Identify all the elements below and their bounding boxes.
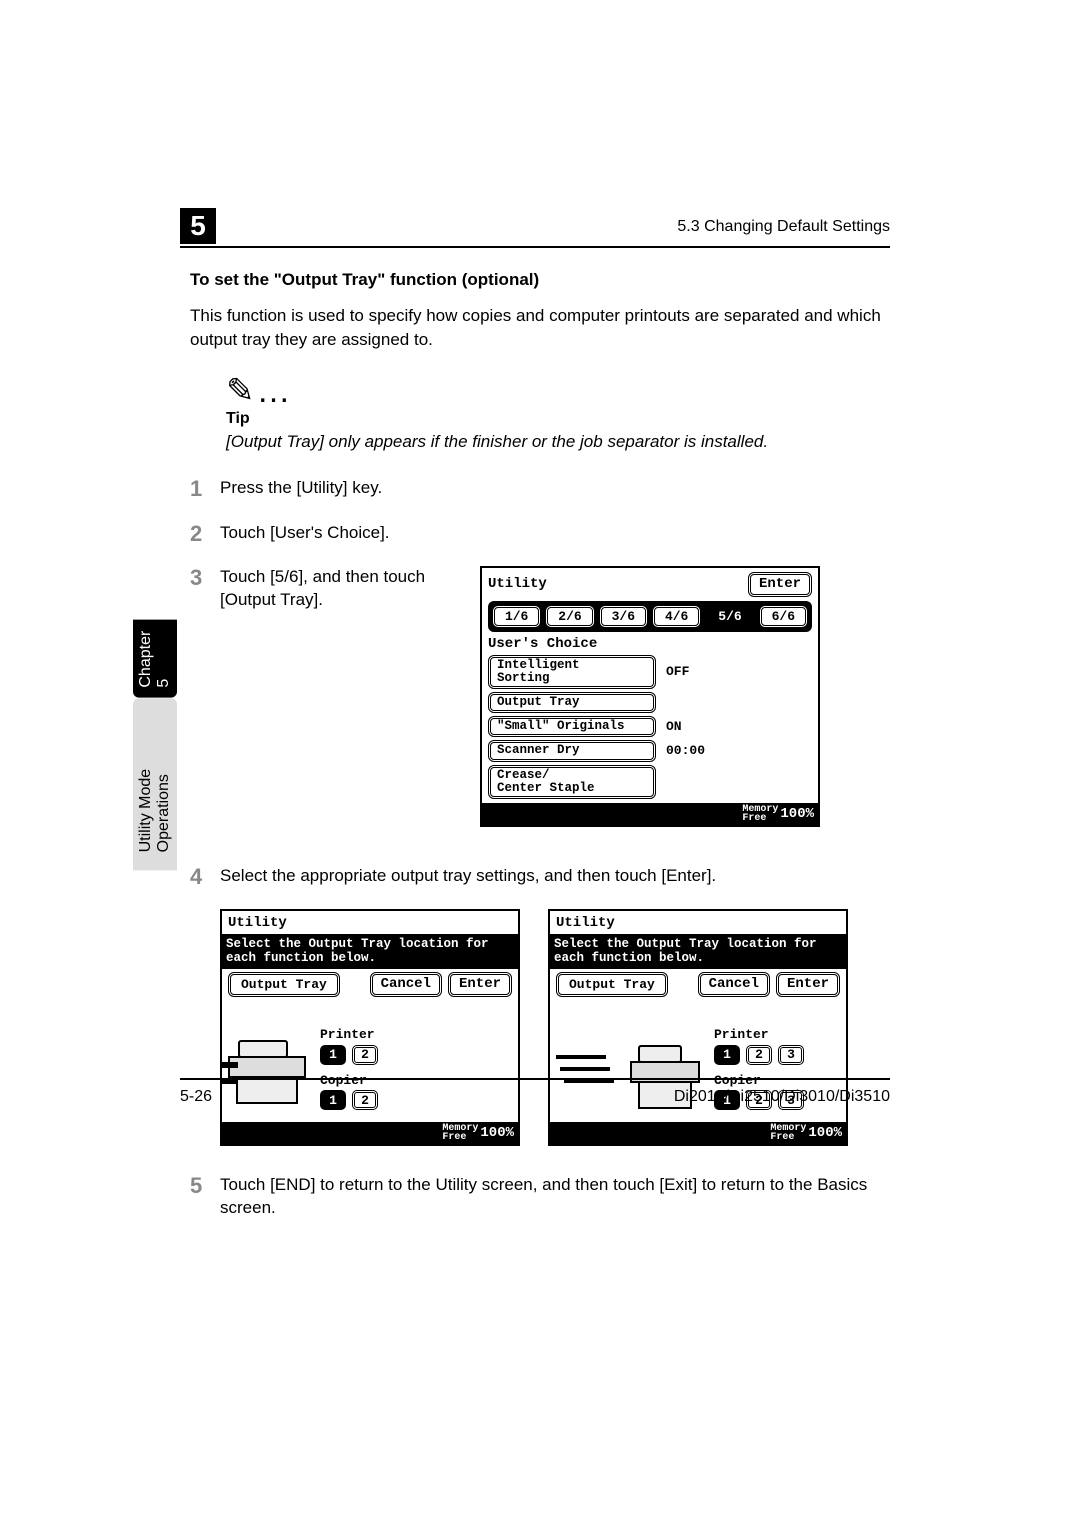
memory-bar: Memory Free100%: [222, 1122, 518, 1144]
enter-button[interactable]: Enter: [448, 972, 512, 997]
opt-value: ON: [666, 719, 682, 735]
opt-output-tray[interactable]: Output Tray: [488, 692, 656, 713]
step-text: Touch [5/6], and then touch [Output Tray…: [220, 566, 440, 612]
copier-label: Copier: [320, 1073, 378, 1089]
step-text: Press the [Utility] key.: [220, 477, 890, 500]
lcd-title: Utility: [488, 576, 547, 593]
printer-num-2[interactable]: 2: [352, 1045, 378, 1065]
opt-crease-center-staple[interactable]: Crease/ Center Staple: [488, 765, 656, 799]
tray-stack-icon: [556, 1055, 616, 1091]
page-number: 5-26: [180, 1088, 212, 1106]
intro-paragraph: This function is used to specify how cop…: [190, 304, 890, 352]
printer-num-1[interactable]: 1: [714, 1045, 740, 1065]
lcd-instruction-bar: Select the Output Tray location for each…: [222, 934, 518, 969]
step-number: 5: [190, 1174, 220, 1198]
tip-text: [Output Tray] only appears if the finish…: [226, 430, 890, 454]
opt-scanner-dry[interactable]: Scanner Dry: [488, 740, 656, 761]
step-text: Touch [User's Choice].: [220, 522, 890, 545]
tip-block: ✎… Tip [Output Tray] only appears if the…: [226, 374, 890, 454]
tip-icon: ✎…: [226, 374, 890, 408]
step-5: 5 Touch [END] to return to the Utility s…: [190, 1174, 890, 1220]
tab-3-6[interactable]: 3/6: [599, 605, 648, 629]
printer-num-1[interactable]: 1: [320, 1045, 346, 1065]
printer-num-2[interactable]: 2: [746, 1045, 772, 1065]
step-text: Select the appropriate output tray setti…: [220, 865, 890, 888]
step-number: 3: [190, 566, 220, 590]
step-3: 3 Touch [5/6], and then touch [Output Tr…: [190, 566, 890, 827]
tab-1-6[interactable]: 1/6: [492, 605, 541, 629]
printer-label: Printer: [320, 1027, 378, 1043]
output-tray-chip[interactable]: Output Tray: [556, 972, 668, 998]
lcd-title: Utility: [228, 915, 512, 932]
lcd-tabs: 1/6 2/6 3/6 4/6 5/6 6/6: [488, 601, 812, 633]
opt-small-originals[interactable]: "Small" Originals: [488, 716, 656, 737]
step-number: 2: [190, 522, 220, 546]
output-tray-chip[interactable]: Output Tray: [228, 972, 340, 998]
copier-label: Copier: [714, 1073, 804, 1089]
tab-4-6[interactable]: 4/6: [652, 605, 701, 629]
users-choice-label: User's Choice: [488, 636, 812, 653]
heading: To set the "Output Tray" function (optio…: [190, 270, 890, 290]
memory-bar: Memory Free100%: [482, 803, 818, 825]
step-text: Touch [END] to return to the Utility scr…: [220, 1174, 890, 1220]
tab-5-6[interactable]: 5/6: [705, 605, 754, 629]
cancel-button[interactable]: Cancel: [370, 972, 442, 997]
step-number: 1: [190, 477, 220, 501]
opt-value: OFF: [666, 664, 689, 680]
step-1: 1 Press the [Utility] key.: [190, 477, 890, 501]
lcd-panel-utility: Utility Enter 1/6 2/6 3/6 4/6 5/6 6/6 Us…: [480, 566, 820, 827]
opt-value: 00:00: [666, 743, 705, 759]
enter-button[interactable]: Enter: [748, 572, 812, 597]
printer-label: Printer: [714, 1027, 804, 1043]
lcd-panel-output-tray-2: Utility Select the Output Tray location …: [220, 909, 520, 1146]
enter-button[interactable]: Enter: [776, 972, 840, 997]
printer-num-3[interactable]: 3: [778, 1045, 804, 1065]
step-2: 2 Touch [User's Choice].: [190, 522, 890, 546]
cancel-button[interactable]: Cancel: [698, 972, 770, 997]
lcd-instruction-bar: Select the Output Tray location for each…: [550, 934, 846, 969]
footer: 5-26 Di2010/Di2510/Di3010/Di3510: [180, 1088, 890, 1106]
tab-6-6[interactable]: 6/6: [759, 605, 808, 629]
step-4: 4 Select the appropriate output tray set…: [190, 865, 890, 889]
memory-bar: Memory Free100%: [550, 1122, 846, 1144]
tab-2-6[interactable]: 2/6: [545, 605, 594, 629]
tip-label: Tip: [226, 410, 890, 428]
lcd-panel-output-tray-3: Utility Select the Output Tray location …: [548, 909, 848, 1146]
opt-intelligent-sorting[interactable]: Intelligent Sorting: [488, 655, 656, 689]
model-number: Di2010/Di2510/Di3010/Di3510: [674, 1088, 890, 1106]
lcd-title: Utility: [556, 915, 840, 932]
footer-rule: [180, 1078, 890, 1080]
step-number: 4: [190, 865, 220, 889]
